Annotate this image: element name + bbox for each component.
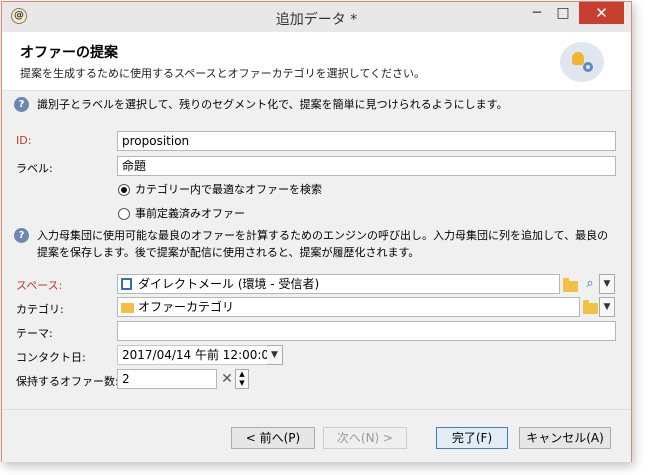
offers-count-input[interactable]: 2: [117, 369, 217, 389]
space-input[interactable]: ダイレクトメール (環境 - 受信者): [117, 274, 560, 294]
title-bar[interactable]: @ 追加データ * ─ □ ✕: [2, 2, 631, 32]
quantity-stepper[interactable]: ▲ ▼: [235, 369, 249, 389]
help-icon: ?: [14, 97, 29, 112]
contact-date-input[interactable]: 2017/04/14 午前 12:00:00: [117, 345, 283, 365]
help-text-segment: 識別子とラベルを選択して、残りのセグメント化で、提案を簡単に見つけられるようにし…: [37, 98, 508, 111]
search-icon[interactable]: ⌕: [582, 274, 598, 294]
wizard-title: オファーの提案: [20, 45, 118, 61]
maximize-button[interactable]: □: [550, 2, 576, 24]
close-button[interactable]: ✕: [579, 2, 624, 24]
theme-input[interactable]: [117, 321, 616, 341]
stepper-up-icon[interactable]: ▲: [236, 370, 248, 379]
help-text-engine: 入力母集団に使用可能な最良のオファーを計算するためのエンジンの呼び出し。入力母集…: [37, 229, 609, 259]
folder-icon[interactable]: [563, 278, 578, 292]
category-label: カテゴリ:: [16, 303, 64, 316]
date-picker-dropdown[interactable]: ▼: [267, 345, 283, 365]
help-icon: ?: [14, 228, 29, 243]
space-value: ダイレクトメール (環境 - 受信者): [138, 277, 320, 291]
wizard-subtitle: 提案を生成するために使用するスペースとオファーカテゴリを選択してください。: [20, 67, 426, 80]
stepper-down-icon[interactable]: ▼: [236, 379, 248, 388]
category-input[interactable]: オファーカテゴリ: [117, 297, 580, 317]
radio-button-selected[interactable]: [118, 184, 130, 196]
space-dropdown-button[interactable]: ▼: [599, 274, 615, 294]
folder-icon[interactable]: [583, 300, 598, 314]
radio-predefined-label: 事前定義済みオファー: [135, 207, 245, 220]
category-dropdown-button[interactable]: ▼: [599, 297, 615, 317]
id-label: ID:: [16, 134, 32, 147]
clear-icon[interactable]: ✕: [220, 369, 234, 389]
next-button[interactable]: 次へ(N) >: [323, 427, 407, 449]
radio-button[interactable]: [118, 208, 130, 220]
finish-button[interactable]: 完了(F): [436, 427, 508, 449]
wizard-header: オファーの提案 提案を生成するために使用するスペースとオファーカテゴリを選択して…: [2, 32, 631, 91]
category-folder-icon: [121, 303, 134, 313]
label-label: ラベル:: [16, 162, 53, 175]
label-input[interactable]: 命題: [117, 156, 616, 176]
wizard-footer: < 前へ(P) 次へ(N) > 完了(F) キャンセル(A): [2, 409, 631, 462]
category-value: オファーカテゴリ: [138, 300, 235, 314]
form-body: ? 識別子とラベルを選択して、残りのセグメント化で、提案を簡単に見つけられるよう…: [2, 91, 631, 409]
contact-date-label: コンタクト日:: [16, 351, 86, 364]
previous-button[interactable]: < 前へ(P): [231, 427, 315, 449]
delivery-icon: [121, 278, 132, 290]
id-input[interactable]: proposition: [117, 131, 616, 151]
radio-search-label: カテゴリー内で最適なオファーを検索: [135, 183, 322, 196]
minimize-button[interactable]: ─: [524, 2, 550, 24]
offers-count-label: 保持するオファー数:: [16, 375, 119, 388]
space-label: スペース:: [16, 279, 63, 292]
theme-label: テーマ:: [16, 327, 53, 340]
cancel-button[interactable]: キャンセル(A): [519, 427, 611, 449]
lightbulb-gear-icon: [560, 42, 604, 82]
dialog-window: @ 追加データ * ─ □ ✕ オファーの提案 提案を生成するために使用するスペ…: [1, 1, 632, 462]
